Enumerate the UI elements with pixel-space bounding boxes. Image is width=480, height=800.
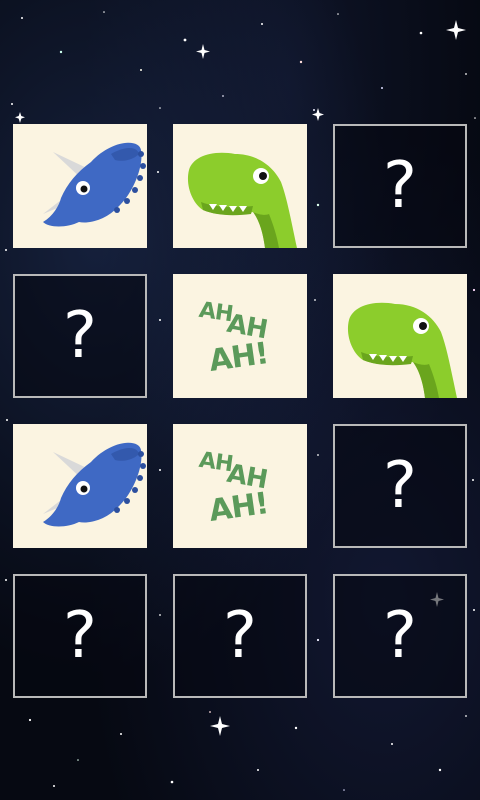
card-hidden[interactable]: ? (333, 124, 467, 248)
triceratops-icon (43, 442, 146, 527)
triceratops-icon (43, 142, 146, 227)
card-t-rex[interactable] (173, 124, 307, 248)
question-mark-icon: ? (383, 149, 417, 223)
card-ah-ah-ah[interactable]: AH AH AH! (173, 424, 307, 548)
card-ah-ah-ah[interactable]: AH AH AH! (173, 274, 307, 398)
laugh-word: AH! (206, 486, 271, 529)
t-rex-icon (347, 302, 457, 398)
card-hidden[interactable]: ? (13, 574, 147, 698)
card-triceratops[interactable] (13, 424, 147, 548)
question-mark-icon: ? (383, 449, 417, 523)
memory-card-grid: ? ? AH AH AH! AH AH AH! ? ? ? ? (0, 0, 480, 800)
card-hidden[interactable]: ? (333, 574, 467, 698)
laugh-word: AH! (206, 336, 271, 379)
card-hidden[interactable]: ? (173, 574, 307, 698)
card-t-rex[interactable] (333, 274, 467, 398)
card-triceratops[interactable] (13, 124, 147, 248)
ah-ah-ah-text: AH AH AH! (173, 424, 307, 548)
card-hidden[interactable]: ? (333, 424, 467, 548)
question-mark-icon: ? (63, 299, 97, 373)
question-mark-icon: ? (63, 599, 97, 673)
question-mark-icon: ? (223, 599, 257, 673)
question-mark-icon: ? (383, 599, 417, 673)
ah-ah-ah-text: AH AH AH! (173, 274, 307, 398)
t-rex-icon (187, 152, 297, 248)
card-hidden[interactable]: ? (13, 274, 147, 398)
